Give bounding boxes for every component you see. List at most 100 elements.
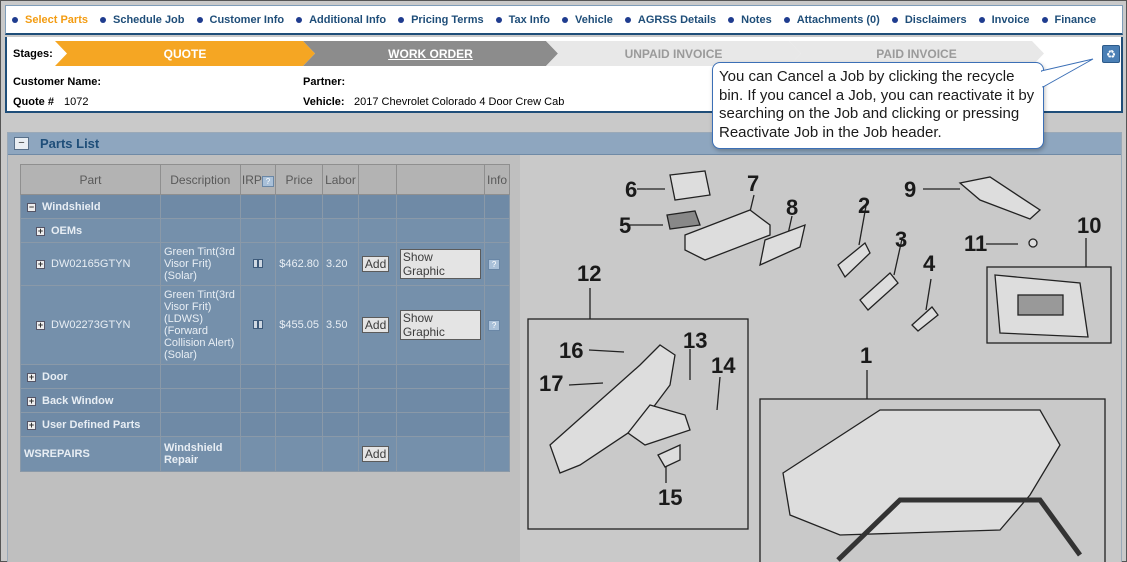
empty-cell	[395, 388, 486, 413]
nav-schedule-job[interactable]: Schedule Job	[99, 14, 185, 26]
callout-14: 14	[711, 353, 736, 378]
book-icon[interactable]	[252, 257, 264, 269]
nav-customer-info[interactable]: Customer Info	[196, 14, 284, 26]
empty-cell	[239, 412, 277, 437]
parts-list-title: Parts List	[40, 136, 100, 151]
callout-3: 3	[895, 227, 907, 252]
bullet-icon	[196, 16, 203, 23]
empty-cell	[484, 436, 510, 472]
collapse-icon[interactable]: −	[27, 202, 36, 212]
part-cell[interactable]: + DW02165GTYN	[20, 242, 161, 286]
show-graphic-button[interactable]: Show Graphic	[399, 249, 482, 279]
add-part-button[interactable]: Add	[361, 317, 390, 333]
nav-label: Finance	[1054, 13, 1097, 26]
empty-cell	[395, 364, 486, 389]
expand-icon[interactable]: +	[36, 321, 45, 330]
add-part-button[interactable]: Add	[361, 256, 390, 272]
nav-attachments[interactable]: Attachments (0)	[783, 13, 880, 26]
bullet-icon	[978, 16, 985, 23]
expand-icon[interactable]: +	[36, 260, 45, 269]
col-description: Description	[159, 164, 241, 195]
customer-name-label: Customer Name:	[13, 76, 102, 88]
vehicle-value: 2017 Chevrolet Colorado 4 Door Crew Cab	[354, 96, 565, 108]
help-icon[interactable]: ?	[261, 175, 274, 187]
nav-additional-info[interactable]: Additional Info	[296, 14, 386, 26]
nav-notes[interactable]: Notes	[728, 14, 772, 26]
group-label: Door	[42, 370, 68, 383]
empty-cell	[357, 194, 397, 219]
irp-cell	[239, 285, 277, 365]
nav-disclaimers[interactable]: Disclaimers	[891, 14, 967, 26]
empty-cell	[395, 194, 486, 219]
bullet-icon	[99, 16, 106, 23]
part-labor: 3.20	[322, 242, 359, 286]
callout-13: 13	[683, 328, 707, 353]
collapse-icon[interactable]: −	[14, 137, 29, 150]
callout-10: 10	[1077, 213, 1101, 238]
table-header-row: Part Description IRP? Price Labor Info	[20, 164, 510, 195]
nav-label: Vehicle	[574, 13, 613, 26]
empty-cell	[322, 364, 359, 389]
part-description: Windshield Repair	[159, 436, 241, 472]
expand-icon[interactable]: +	[27, 372, 36, 382]
graphic-cell: Show Graphic	[395, 242, 486, 286]
callout-12: 12	[577, 261, 601, 286]
add-cell: Add	[357, 285, 397, 365]
expand-icon[interactable]: +	[36, 226, 45, 236]
group-door[interactable]: + Door	[20, 364, 161, 389]
part-cell[interactable]: + DW02273GTYN	[20, 285, 161, 365]
nav-pricing-terms[interactable]: Pricing Terms	[398, 14, 484, 26]
bullet-icon	[624, 16, 631, 23]
group-label: Windshield	[42, 200, 101, 213]
table-row: + DW02165GTYN Green Tint(3rd Visor Frit) …	[20, 242, 510, 286]
expand-icon[interactable]: +	[27, 420, 36, 430]
empty-cell	[357, 388, 397, 413]
table-row: + User Defined Parts	[20, 412, 510, 437]
nav-label: Attachments (0)	[796, 13, 880, 26]
show-graphic-button[interactable]: Show Graphic	[399, 310, 482, 340]
nav-label: Notes	[741, 13, 772, 26]
table-row: + Back Window	[20, 388, 510, 413]
part-number: WSREPAIRS	[24, 448, 90, 460]
nav-label: AGRSS Details	[637, 13, 717, 26]
part-description: Green Tint(3rd Visor Frit)(LDWS) (Forwar…	[159, 285, 241, 365]
empty-cell	[159, 218, 241, 243]
empty-cell	[275, 388, 324, 413]
group-back-window[interactable]: + Back Window	[20, 388, 161, 413]
empty-cell	[275, 436, 324, 472]
callout-6: 6	[625, 177, 637, 202]
stage-work-order[interactable]: WORK ORDER	[303, 41, 558, 66]
stage-quote[interactable]: QUOTE	[55, 41, 315, 66]
nav-tax-info[interactable]: Tax Info	[495, 14, 550, 26]
nav-invoice[interactable]: Invoice	[978, 13, 1030, 26]
group-windshield[interactable]: − Windshield	[20, 194, 161, 219]
part-price: $455.05	[275, 285, 324, 365]
bullet-icon	[1041, 16, 1048, 23]
empty-cell	[159, 194, 241, 219]
info-icon[interactable]: ?	[488, 320, 501, 331]
empty-cell	[484, 194, 510, 219]
add-repair-button[interactable]: Add	[361, 446, 390, 462]
nav-agrss-details[interactable]: AGRSS Details	[624, 13, 717, 26]
table-row: + Door	[20, 364, 510, 389]
empty-cell	[395, 218, 486, 243]
bullet-icon	[398, 16, 405, 23]
empty-cell	[484, 218, 510, 243]
irp-cell	[239, 242, 277, 286]
expand-icon[interactable]: +	[27, 396, 36, 406]
info-icon[interactable]: ?	[488, 259, 501, 270]
recycle-bin-icon[interactable]: ♻	[1102, 45, 1120, 63]
nav-vehicle[interactable]: Vehicle	[561, 13, 613, 26]
nav-label: Invoice	[991, 13, 1030, 26]
part-description: Green Tint(3rd Visor Frit) (Solar)	[159, 242, 241, 286]
group-oems[interactable]: + OEMs	[20, 218, 161, 243]
callout-9: 9	[904, 177, 916, 202]
empty-cell	[357, 218, 397, 243]
group-user-defined[interactable]: + User Defined Parts	[20, 412, 161, 437]
nav-select-parts[interactable]: Select Parts	[12, 14, 88, 26]
add-cell: Add	[357, 242, 397, 286]
book-icon[interactable]	[252, 318, 264, 330]
col-irp-label: IRP	[241, 172, 262, 187]
table-row: + DW02273GTYN Green Tint(3rd Visor Frit)(…	[20, 285, 510, 365]
nav-finance[interactable]: Finance	[1041, 13, 1097, 26]
